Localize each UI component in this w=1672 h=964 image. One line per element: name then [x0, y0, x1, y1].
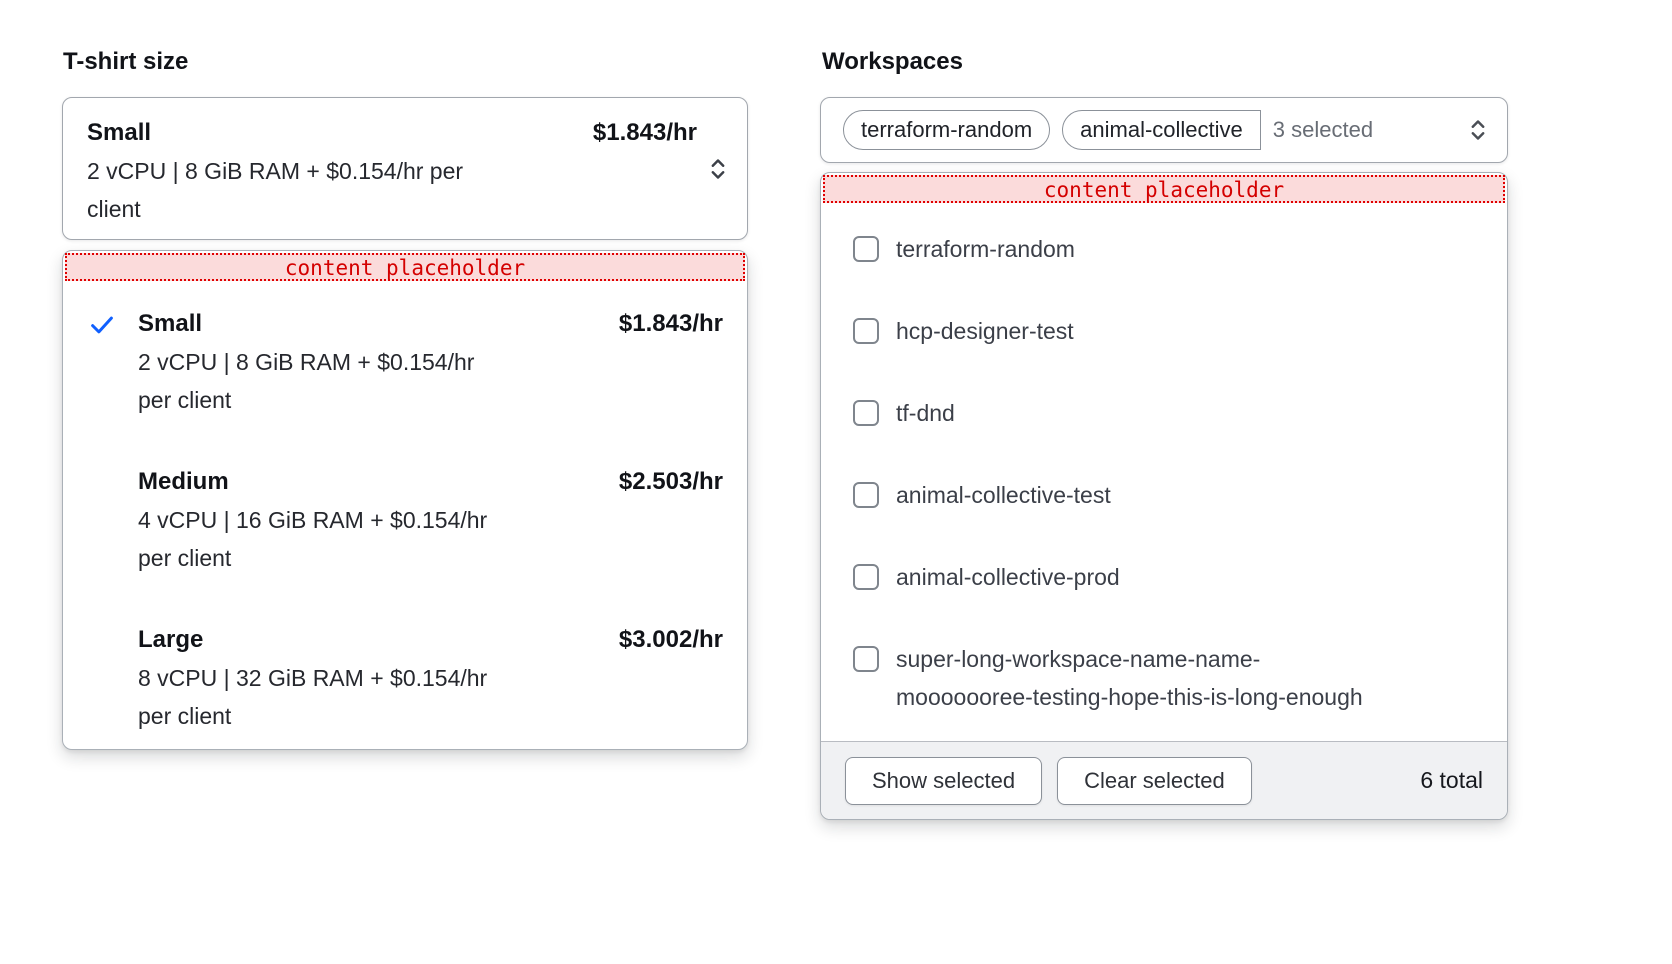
- option-title: Large: [138, 621, 203, 659]
- chevron-up-down-icon: [707, 156, 729, 182]
- option-title: Medium: [138, 463, 229, 501]
- option-description: 2 vCPU | 8 GiB RAM + $0.154/hr per clien…: [138, 343, 496, 419]
- tshirt-option-small[interactable]: Small $1.843/hr 2 vCPU | 8 GiB RAM + $0.…: [87, 305, 723, 419]
- workspace-option[interactable]: hcp-designer-test: [853, 312, 1483, 350]
- show-selected-button[interactable]: Show selected: [845, 757, 1042, 805]
- workspaces-label: Workspaces: [822, 48, 963, 76]
- workspace-option[interactable]: animal-collective-prod: [853, 558, 1483, 596]
- workspace-name: super-long-workspace-name-name-moooooore…: [896, 640, 1386, 716]
- chevron-up-down-icon: [1467, 117, 1489, 143]
- selected-tag[interactable]: terraform-random: [843, 110, 1050, 150]
- option-description: 8 vCPU | 32 GiB RAM + $0.154/hr per clie…: [138, 659, 496, 735]
- workspace-checkbox[interactable]: [853, 482, 879, 508]
- workspace-checkbox[interactable]: [853, 400, 879, 426]
- tshirt-option-large[interactable]: Large $3.002/hr 8 vCPU | 32 GiB RAM + $0…: [87, 621, 723, 735]
- workspace-option[interactable]: tf-dnd: [853, 394, 1483, 432]
- check-icon: [87, 305, 138, 419]
- clear-selected-button[interactable]: Clear selected: [1057, 757, 1252, 805]
- option-price: $2.503/hr: [619, 463, 723, 501]
- tshirt-size-label: T-shirt size: [63, 48, 188, 76]
- option-price: $1.843/hr: [619, 305, 723, 343]
- option-price: $3.002/hr: [619, 621, 723, 659]
- option-title: Small: [138, 305, 202, 343]
- workspace-name: tf-dnd: [896, 394, 955, 432]
- selected-tag-truncated[interactable]: animal-collective: [1062, 110, 1261, 150]
- workspaces-select-trigger[interactable]: terraform-random animal-collective 3 sel…: [820, 97, 1508, 163]
- workspace-name: animal-collective-prod: [896, 558, 1120, 596]
- workspace-name: animal-collective-test: [896, 476, 1111, 514]
- selected-size-price: $1.843/hr: [593, 114, 697, 152]
- tshirt-dropdown: content placeholder Small $1.843/hr 2 vC…: [62, 250, 748, 750]
- page: T-shirt size Small $1.843/hr 2 vCPU | 8 …: [0, 0, 1672, 964]
- total-count: 6 total: [1420, 767, 1483, 794]
- tshirt-select-trigger[interactable]: Small $1.843/hr 2 vCPU | 8 GiB RAM + $0.…: [62, 97, 748, 240]
- tshirt-option-medium[interactable]: Medium $2.503/hr 4 vCPU | 16 GiB RAM + $…: [87, 463, 723, 577]
- dropdown-footer: Show selected Clear selected 6 total: [821, 741, 1507, 819]
- workspace-checkbox[interactable]: [853, 318, 879, 344]
- content-placeholder: content placeholder: [823, 175, 1505, 203]
- selected-size-description: 2 vCPU | 8 GiB RAM + $0.154/hr per clien…: [87, 152, 487, 228]
- check-gutter: [87, 621, 138, 735]
- workspace-option[interactable]: animal-collective-test: [853, 476, 1483, 514]
- option-description: 4 vCPU | 16 GiB RAM + $0.154/hr per clie…: [138, 501, 496, 577]
- workspace-checkbox[interactable]: [853, 646, 879, 672]
- workspaces-dropdown: content placeholder terraform-random hcp…: [820, 172, 1508, 820]
- workspace-option[interactable]: terraform-random: [853, 230, 1483, 268]
- workspace-checkbox[interactable]: [853, 564, 879, 590]
- tshirt-option-list: Small $1.843/hr 2 vCPU | 8 GiB RAM + $0.…: [63, 283, 747, 735]
- check-gutter: [87, 463, 138, 577]
- selected-count: 3 selected: [1273, 117, 1373, 143]
- workspace-option[interactable]: super-long-workspace-name-name-moooooore…: [853, 640, 1483, 716]
- workspace-name: hcp-designer-test: [896, 312, 1074, 350]
- workspace-option-list: terraform-random hcp-designer-test tf-dn…: [821, 205, 1507, 741]
- workspace-name: terraform-random: [896, 230, 1075, 268]
- content-placeholder: content placeholder: [65, 253, 745, 281]
- workspace-checkbox[interactable]: [853, 236, 879, 262]
